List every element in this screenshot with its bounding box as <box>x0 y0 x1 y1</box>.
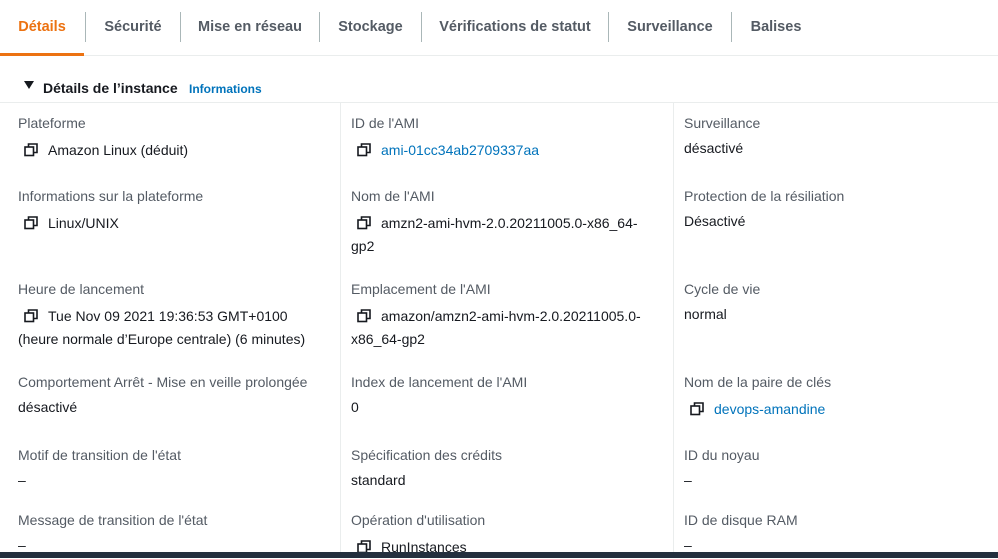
field-platform: Plateforme Amazon Linux (déduit) <box>18 113 333 162</box>
tab-storage[interactable]: Stockage <box>320 0 421 55</box>
field-label: Emplacement de l'AMI <box>351 281 491 297</box>
field-value: désactivé <box>684 140 744 156</box>
tab-security[interactable]: Sécurité <box>86 0 180 55</box>
field-label: ID de l'AMI <box>351 115 420 131</box>
field-value: Tue Nov 09 2021 19:36:53 GMT+0100 (heure… <box>18 308 306 347</box>
field-launch-time: Heure de lancement Tue Nov 09 2021 19:36… <box>18 279 333 351</box>
field-value: normal <box>684 306 727 322</box>
copy-icon[interactable] <box>690 402 704 416</box>
info-link[interactable]: Informations <box>189 82 262 96</box>
field-ami-id: ID de l'AMI ami-01cc34ab2709337aa <box>351 113 666 162</box>
field-label: Plateforme <box>18 115 86 131</box>
column-divider <box>340 103 341 558</box>
field-label: Nom de l'AMI <box>351 188 435 204</box>
field-ami-launch-index: Index de lancement de l'AMI 0 <box>351 372 666 419</box>
field-value: standard <box>351 472 406 488</box>
tab-tags[interactable]: Balises <box>732 0 820 55</box>
field-value: Désactivé <box>684 213 746 229</box>
bottom-bar <box>0 552 998 558</box>
field-value: désactivé <box>18 399 78 415</box>
field-credit-specification: Spécification des crédits standard <box>351 445 666 492</box>
instance-details-header[interactable]: Détails de l’instance Informations <box>0 56 998 103</box>
copy-icon[interactable] <box>24 309 38 323</box>
column-divider <box>673 103 674 558</box>
caret-down-icon[interactable] <box>24 81 34 89</box>
field-value: – <box>684 472 692 488</box>
ami-id-link[interactable]: ami-01cc34ab2709337aa <box>381 142 539 158</box>
field-label: Spécification des crédits <box>351 447 502 463</box>
field-ami-location: Emplacement de l'AMI amazon/amzn2-ami-hv… <box>351 279 666 351</box>
copy-icon[interactable] <box>357 216 371 230</box>
field-ramdisk-id: ID de disque RAM – <box>684 510 998 557</box>
field-state-transition-reason: Motif de transition de l'état – <box>18 445 333 492</box>
field-label: Nom de la paire de clés <box>684 374 832 390</box>
field-value: Linux/UNIX <box>18 212 333 235</box>
field-label: Informations sur la plateforme <box>18 188 204 204</box>
field-kernel-id: ID du noyau – <box>684 445 998 492</box>
field-key-pair-name: Nom de la paire de clés devops-amandine <box>684 372 998 421</box>
tab-details[interactable]: Détails <box>0 0 84 56</box>
field-value: amzn2-ami-hvm-2.0.20211005.0-x86_64- gp2 <box>351 215 638 254</box>
tab-networking[interactable]: Mise en réseau <box>181 0 319 55</box>
field-label: ID du noyau <box>684 447 760 463</box>
copy-icon[interactable] <box>24 216 38 230</box>
field-label: Cycle de vie <box>684 281 761 297</box>
field-label: Index de lancement de l'AMI <box>351 374 528 390</box>
field-termination-protection: Protection de la résiliation Désactivé <box>684 186 998 233</box>
field-platform-info: Informations sur la plateforme Linux/UNI… <box>18 186 333 235</box>
field-label: Opération d'utilisation <box>351 512 486 528</box>
field-label: ID de disque RAM <box>684 512 798 528</box>
field-value: Amazon Linux (déduit) <box>18 139 333 162</box>
field-label: Motif de transition de l'état <box>18 447 181 463</box>
field-stop-hibernate-behavior: Comportement Arrêt - Mise en veille prol… <box>18 372 333 419</box>
section-title: Détails de l’instance <box>43 80 178 96</box>
field-label: Protection de la résiliation <box>684 188 845 204</box>
field-label: Comportement Arrêt - Mise en veille prol… <box>18 374 308 390</box>
copy-icon[interactable] <box>24 143 38 157</box>
field-value: ami-01cc34ab2709337aa <box>351 139 666 162</box>
field-value: – <box>18 472 26 488</box>
field-value: 0 <box>351 399 359 415</box>
field-label: Surveillance <box>684 115 761 131</box>
tab-bar: Détails Sécurité Mise en réseau Stockage… <box>0 0 998 56</box>
field-value: amazon/amzn2-ami-hvm-2.0.20211005.0- x86… <box>351 308 641 347</box>
field-label: Heure de lancement <box>18 281 145 297</box>
field-ami-name: Nom de l'AMI amzn2-ami-hvm-2.0.20211005.… <box>351 186 666 258</box>
tab-monitoring[interactable]: Surveillance <box>609 0 731 55</box>
field-lifecycle: Cycle de vie normal <box>684 279 998 326</box>
field-state-transition-message: Message de transition de l'état – <box>18 510 333 557</box>
tab-status-checks[interactable]: Vérifications de statut <box>422 0 608 55</box>
field-value: devops-amandine <box>684 398 998 421</box>
key-pair-link[interactable]: devops-amandine <box>714 401 825 417</box>
copy-icon[interactable] <box>357 309 371 323</box>
field-monitoring: Surveillance désactivé <box>684 113 998 160</box>
copy-icon[interactable] <box>357 143 371 157</box>
field-label: Message de transition de l'état <box>18 512 208 528</box>
